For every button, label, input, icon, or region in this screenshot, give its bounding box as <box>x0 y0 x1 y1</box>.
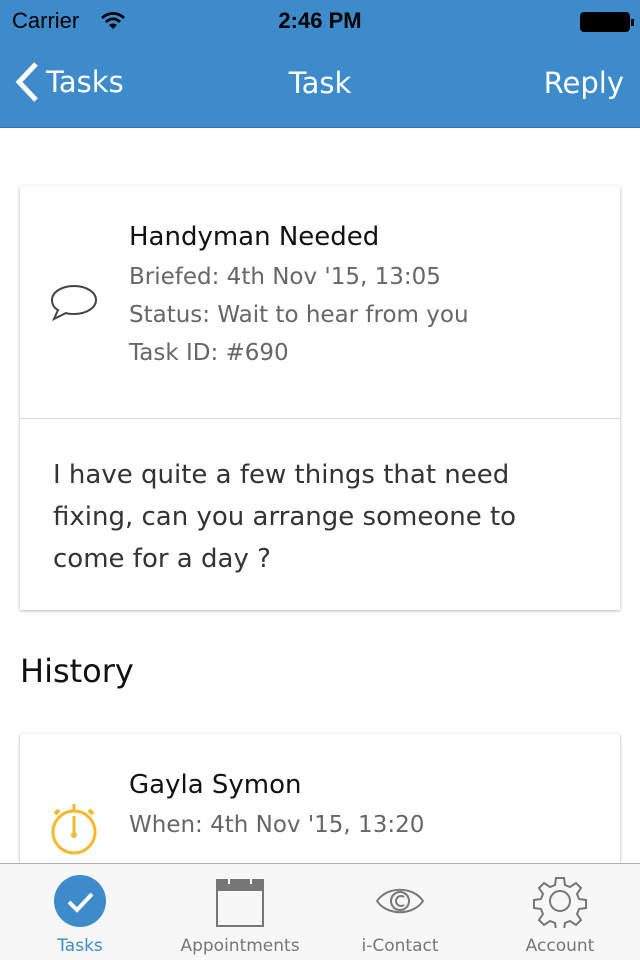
chevron-left-icon <box>15 62 38 102</box>
tab-label: i-Contact <box>361 936 439 956</box>
speech-bubble-icon <box>50 284 98 322</box>
gear-icon <box>533 877 587 928</box>
history-name: Gayla Symon <box>129 770 302 800</box>
stopwatch-icon <box>51 804 97 855</box>
task-card: Handyman Needed Briefed: 4th Nov '15, 13… <box>20 186 620 610</box>
tab-tasks[interactable]: Tasks <box>0 864 160 960</box>
clock: 2:46 PM <box>278 8 362 33</box>
tab-label: Tasks <box>57 936 103 956</box>
task-message: I have quite a few things that need fixi… <box>53 460 517 574</box>
tab-i-contact[interactable]: i-Contact <box>320 864 480 960</box>
eye-icon <box>375 888 425 914</box>
history-heading: History <box>20 652 134 690</box>
tab-appointments[interactable]: Appointments <box>160 864 320 960</box>
back-label: Tasks <box>46 65 124 99</box>
tab-bar: Tasks Appointments i-Contact Account <box>0 863 640 960</box>
tab-label: Account <box>525 936 595 956</box>
navigation-header: Carrier 2:46 PM Tasks Task Reply <box>0 0 640 128</box>
reply-button[interactable]: Reply <box>544 66 624 100</box>
task-id: Task ID: #690 <box>129 340 289 366</box>
calendar-icon <box>216 876 264 927</box>
battery-icon <box>580 12 634 32</box>
divider <box>20 418 620 419</box>
status-bar: Carrier 2:46 PM <box>0 6 640 36</box>
task-status: Status: Wait to hear from you <box>129 302 469 328</box>
tab-account[interactable]: Account <box>480 864 640 960</box>
task-briefed: Briefed: 4th Nov '15, 13:05 <box>129 264 441 290</box>
history-when: When: 4th Nov '15, 13:20 <box>129 812 425 838</box>
task-title: Handyman Needed <box>129 222 380 252</box>
tab-label: Appointments <box>180 936 300 956</box>
back-button[interactable]: Tasks <box>14 62 124 102</box>
check-circle-icon <box>54 875 106 927</box>
